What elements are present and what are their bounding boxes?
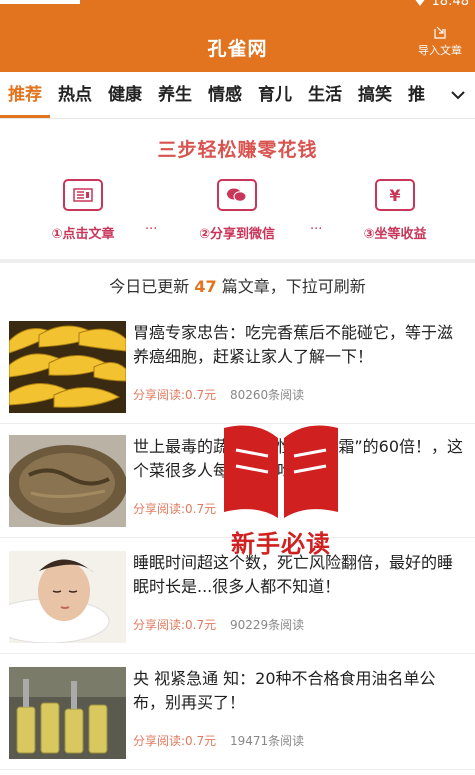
status-time: 18:48 [431, 0, 469, 9]
article-thumbnail-oil-bottles [9, 667, 126, 759]
article-item[interactable]: 胃癌专家忠告：吃完香蕉后不能碰它，等于滋养癌细胞，赶紧让家人了解一下！ 分享阅读… [0, 311, 475, 424]
notice-suffix: 篇文章，下拉可刷新 [216, 277, 366, 296]
import-icon [434, 26, 446, 39]
badge-label: 新手必读 [231, 530, 331, 558]
tab-wellness[interactable]: 养生 [150, 72, 200, 118]
promo-title: 三步轻松赚零花钱 [157, 139, 318, 161]
step-label-2: ②分享到微信 [198, 227, 275, 242]
step-share-wechat: ②分享到微信 [177, 179, 297, 242]
article-thumbnail-bananas [9, 321, 126, 413]
tab-hot[interactable]: 热点 [50, 72, 100, 118]
article-meta: 分享阅读:0.7元 80260条阅读 [133, 386, 304, 403]
status-right: 18:48 [413, 0, 469, 9]
tab-life[interactable]: 生活 [300, 72, 350, 118]
article-meta: 分享阅读:0.7元 90229条阅读 [133, 616, 304, 633]
earn-promo-banner[interactable]: 三步轻松赚零花钱 ①点击文章 ··· ②分享到微信 ··· ¥ ③坐等收益 [0, 119, 475, 259]
app-header: 孔雀网 导入文章 [0, 20, 475, 72]
article-meta: 分享阅读:0.7元 19471条阅读 [133, 732, 304, 749]
share-reward: 分享阅读:0.7元 [133, 388, 217, 402]
article-thumbnail-sleeping [9, 551, 126, 643]
tab-health[interactable]: 健康 [100, 72, 150, 118]
article-meta: 分享阅读:0.7元 [133, 500, 226, 517]
share-reward: 分享阅读:0.7元 [133, 618, 217, 632]
open-book-icon [224, 425, 338, 518]
yen-icon: ¥ [375, 179, 415, 211]
newbie-guide-badge[interactable]: 新手必读 [216, 420, 346, 560]
wifi-icon [413, 0, 426, 6]
article-title: 胃癌专家忠告：吃完香蕉后不能碰它，等于滋养癌细胞，赶紧让家人了解一下！ [133, 323, 454, 366]
share-reward: 分享阅读:0.7元 [133, 734, 217, 748]
update-count: 47 [194, 277, 217, 296]
import-label: 导入文章 [418, 44, 462, 57]
step-label-1: ①点击文章 [51, 227, 115, 242]
tab-recommend[interactable]: 推荐 [0, 72, 50, 118]
step-label-3: ③坐等收益 [363, 227, 427, 242]
notice-prefix: 今日已更新 [109, 277, 195, 296]
category-tabs: 推荐 热点 健康 养生 情感 育儿 生活 搞笑 推 [0, 72, 475, 119]
step-earn-income: ¥ ③坐等收益 [335, 179, 455, 242]
article-thumbnail-dish [9, 435, 126, 527]
status-indicator [0, 0, 80, 4]
tab-emotion[interactable]: 情感 [200, 72, 250, 118]
import-article-button[interactable]: 导入文章 [413, 26, 467, 58]
read-count: 19471条阅读 [229, 734, 305, 748]
wechat-icon [217, 179, 257, 211]
update-notice: 今日已更新 47 篇文章，下拉可刷新 [0, 263, 475, 311]
status-bar: 18:48 [0, 0, 475, 20]
tab-more-partial[interactable]: 推 [400, 72, 433, 118]
tab-funny[interactable]: 搞笑 [350, 72, 400, 118]
article-title: 央 视紧急通 知：20种不合格食用油名单公布，别再买了！ [133, 669, 436, 712]
share-reward: 分享阅读:0.7元 [133, 502, 217, 516]
tab-parenting[interactable]: 育儿 [250, 72, 300, 118]
article-icon [63, 179, 103, 211]
app-title: 孔雀网 [207, 38, 268, 60]
step-click-article: ①点击文章 [23, 179, 143, 242]
article-item[interactable]: 央 视紧急通 知：20种不合格食用油名单公布，别再买了！ 分享阅读:0.7元 1… [0, 657, 475, 770]
step-separator: ··· [145, 222, 158, 237]
read-count: 80260条阅读 [229, 388, 305, 402]
chevron-down-icon[interactable] [441, 72, 475, 118]
step-separator: ··· [310, 222, 323, 237]
read-count: 90229条阅读 [229, 618, 305, 632]
